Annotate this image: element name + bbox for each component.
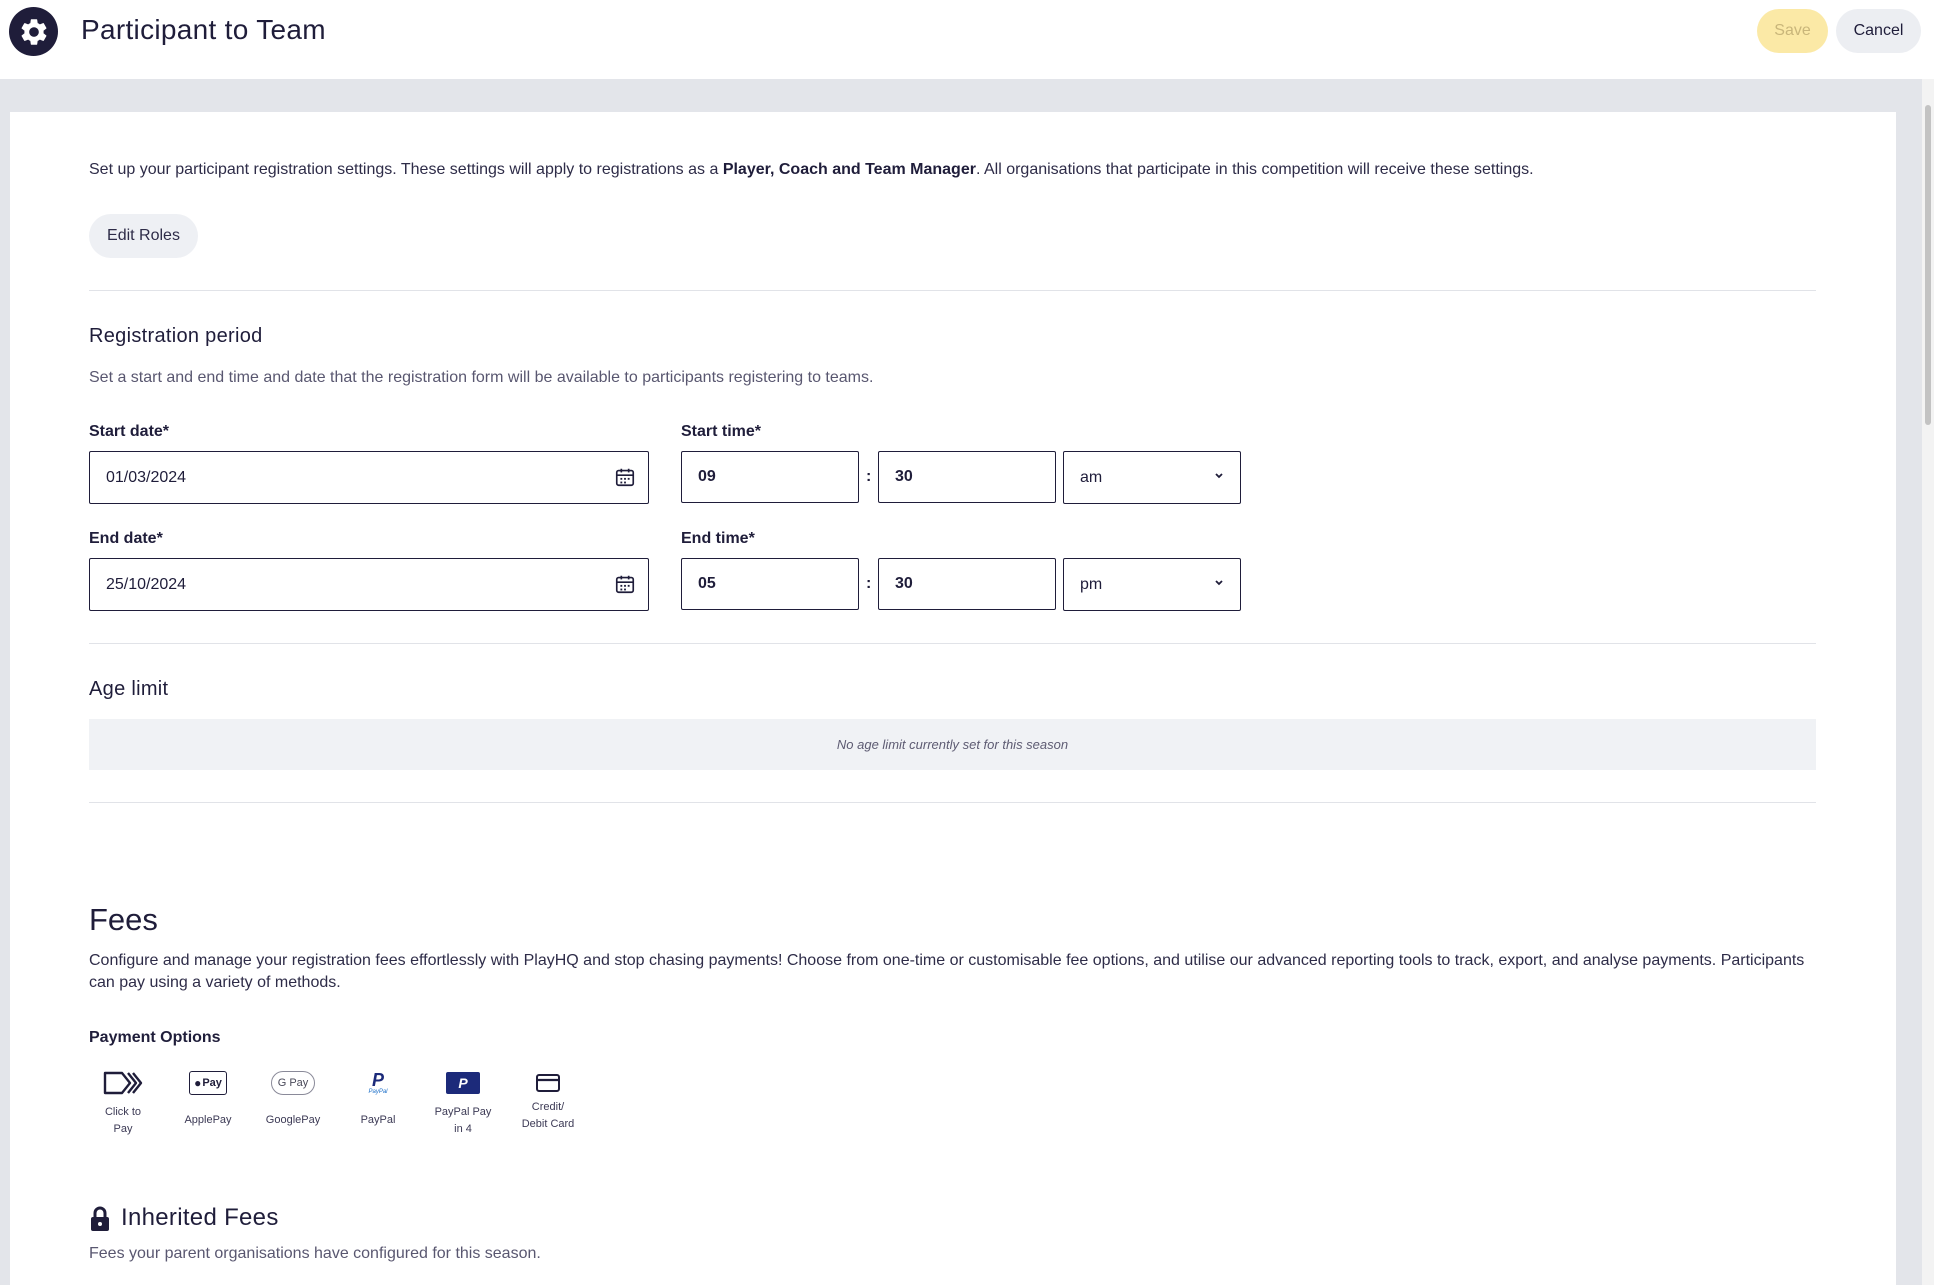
end-date-label: End date* xyxy=(89,530,163,547)
end-date-input[interactable]: 25/10/2024 xyxy=(89,558,649,611)
divider xyxy=(89,802,1816,803)
intro-text-part: . All organisations that participate in … xyxy=(975,161,1534,178)
payment-option-paypal: P PayPal PayPal xyxy=(342,1066,414,1129)
time-separator: : xyxy=(866,575,872,592)
start-ampm-select[interactable]: am xyxy=(1063,451,1241,504)
lock-icon xyxy=(91,1206,109,1231)
payment-option-label: PayPal xyxy=(360,1114,396,1126)
credit-card-icon xyxy=(536,1074,560,1092)
save-button[interactable]: Save xyxy=(1757,9,1828,53)
end-time-label: End time* xyxy=(681,530,755,547)
fees-description: Configure and manage your registration f… xyxy=(89,952,1805,991)
end-hour-value: 05 xyxy=(698,575,716,592)
divider xyxy=(89,290,1816,291)
payment-option-paypal-pay-in-4: P PayPal Pay in 4 xyxy=(427,1066,499,1138)
google-pay-text: G Pay xyxy=(277,1077,309,1089)
age-limit-empty-state: No age limit currently set for this seas… xyxy=(89,719,1816,770)
cancel-button[interactable]: Cancel xyxy=(1836,9,1921,53)
payment-option-label: Credit/ xyxy=(531,1101,565,1113)
end-hour-input[interactable]: 05 xyxy=(681,558,859,610)
start-ampm-value: am xyxy=(1080,468,1103,486)
intro-roles-bold: Player, Coach and Team Manager xyxy=(722,161,976,178)
payment-option-label: Click to xyxy=(104,1106,142,1118)
paypal-pay-in-4-icon: P xyxy=(446,1072,480,1094)
payment-option-apple-pay: ● Pay ApplePay xyxy=(172,1066,244,1129)
age-limit-empty-message: No age limit currently set for this seas… xyxy=(836,737,1069,752)
intro-text: Set up your participant registration set… xyxy=(89,161,1534,179)
chevron-down-icon xyxy=(1215,580,1223,586)
end-minute-value: 30 xyxy=(895,575,913,592)
payment-option-label: Debit Card xyxy=(521,1118,575,1130)
inherited-fees-description: Fees your parent organisations have conf… xyxy=(89,1245,541,1262)
scrollbar[interactable] xyxy=(1922,79,1934,1285)
top-bar: Participant to Team Save Cancel xyxy=(0,0,1934,79)
payment-option-label: in 4 xyxy=(454,1123,472,1135)
start-hour-input[interactable]: 09 xyxy=(681,451,859,503)
start-date-input[interactable]: 01/03/2024 xyxy=(89,451,649,504)
paypal-icon: P PayPal xyxy=(368,1069,388,1095)
google-pay-icon: G Pay xyxy=(271,1071,315,1095)
start-date-value: 01/03/2024 xyxy=(106,468,187,486)
start-time-label: Start time* xyxy=(681,423,762,440)
start-minute-input[interactable]: 30 xyxy=(878,451,1056,503)
chevron-down-icon xyxy=(1215,473,1223,479)
start-minute-value: 30 xyxy=(895,468,913,485)
gear-icon xyxy=(9,7,58,56)
divider xyxy=(89,643,1816,644)
payment-option-credit-card: Credit/Debit Card xyxy=(512,1066,584,1133)
payment-option-label: PayPal Pay xyxy=(434,1106,492,1118)
time-separator: : xyxy=(866,468,872,485)
payment-option-click-to-pay: Click to Pay xyxy=(87,1066,159,1138)
registration-period-heading: Registration period xyxy=(89,325,263,347)
end-ampm-value: pm xyxy=(1080,575,1103,593)
edit-roles-button[interactable]: Edit Roles xyxy=(89,214,198,258)
apple-pay-icon: ● Pay xyxy=(189,1071,227,1095)
click-to-pay-icon xyxy=(103,1071,143,1095)
page-title: Participant to Team xyxy=(81,14,326,45)
fees-heading: Fees xyxy=(89,902,158,937)
payment-option-label: GooglePay xyxy=(265,1114,321,1126)
calendar-icon[interactable] xyxy=(614,573,636,595)
payment-option-label: ApplePay xyxy=(184,1114,232,1126)
apple-pay-text: Pay xyxy=(202,1077,222,1089)
registration-period-description: Set a start and end time and date that t… xyxy=(89,369,874,386)
payment-option-label: Pay xyxy=(113,1123,133,1135)
paypal-small-text: PayPal xyxy=(368,1088,388,1095)
scrollbar-thumb[interactable] xyxy=(1925,105,1931,425)
start-date-label: Start date* xyxy=(89,423,170,440)
end-minute-input[interactable]: 30 xyxy=(878,558,1056,610)
inherited-fees-heading: Inherited Fees xyxy=(121,1204,279,1231)
age-limit-heading: Age limit xyxy=(89,678,169,700)
start-hour-value: 09 xyxy=(698,468,716,485)
calendar-icon[interactable] xyxy=(614,466,636,488)
end-date-value: 25/10/2024 xyxy=(106,575,187,593)
payment-option-google-pay: G Pay GooglePay xyxy=(257,1066,329,1129)
payment-options-label: Payment Options xyxy=(89,1029,221,1046)
end-ampm-select[interactable]: pm xyxy=(1063,558,1241,611)
intro-text-part: Set up your participant registration set… xyxy=(89,161,723,178)
